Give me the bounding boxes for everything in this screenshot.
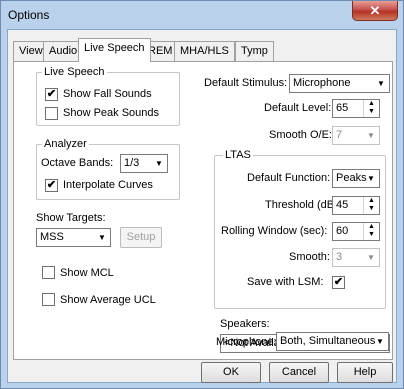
chevron-down-icon: ▼ — [376, 337, 384, 346]
chevron-down-icon: ▼ — [98, 233, 106, 242]
default-level-spinner[interactable]: 65 ▲ ▼ — [332, 99, 380, 118]
chevron-down-icon: ▼ — [377, 79, 385, 88]
analyzer-legend: Analyzer — [42, 138, 89, 150]
help-button-label: Help — [353, 366, 377, 378]
default-stimulus-value: Microphone — [293, 77, 351, 89]
show-average-ucl-checkbox[interactable] — [42, 293, 55, 306]
microphone-select[interactable]: Both, Simultaneous ▼ — [276, 332, 389, 351]
interpolate-curves-label: Interpolate Curves — [63, 179, 153, 191]
interpolate-curves-checkbox[interactable]: ✔ — [45, 179, 58, 192]
speakers-label: Speakers: — [220, 318, 270, 330]
live-speech-panel: Live Speech ✔ Show Fall Sounds Show Peak… — [13, 61, 393, 360]
show-targets-select[interactable]: MSS ▼ — [36, 228, 111, 247]
cancel-button[interactable]: Cancel — [269, 362, 329, 383]
save-with-lsm-checkbox[interactable]: ✔ — [332, 276, 345, 289]
setup-button-label: Setup — [126, 231, 156, 243]
tab-mha-hls[interactable]: MHA/HLS — [174, 41, 235, 61]
octave-bands-value: 1/3 — [124, 157, 140, 169]
options-dialog: Options ✕ View Audio Live Speech REM MHA… — [0, 0, 404, 389]
show-peak-sounds-checkbox[interactable] — [45, 107, 58, 120]
smooth-oe-select[interactable]: 7 ▼ — [332, 126, 380, 145]
dialog-client-area: View Audio Live Speech REM MHA/HLS Tymp … — [7, 29, 397, 383]
up-arrow-icon[interactable]: ▲ — [364, 100, 379, 108]
threshold-value: 45 — [336, 199, 349, 211]
default-function-select[interactable]: Peaks ▼ — [332, 169, 380, 188]
down-arrow-icon[interactable]: ▼ — [364, 205, 379, 213]
show-targets-value: MSS — [40, 231, 64, 243]
show-targets-label: Show Targets: — [36, 212, 106, 224]
smooth-oe-label: Smooth O/E: — [269, 129, 332, 141]
default-function-label: Default Function: — [247, 172, 331, 184]
default-function-value: Peaks — [336, 172, 367, 184]
chevron-down-icon: ▼ — [367, 253, 375, 262]
ok-button-label: OK — [223, 366, 239, 378]
octave-bands-select[interactable]: 1/3 ▼ — [120, 154, 168, 173]
threshold-spin-buttons[interactable]: ▲ ▼ — [363, 197, 379, 214]
chevron-down-icon: ▼ — [367, 131, 375, 140]
down-arrow-icon[interactable]: ▼ — [364, 108, 379, 116]
default-level-label: Default Level: — [264, 102, 332, 114]
close-button[interactable]: ✕ — [352, 1, 398, 21]
smooth-value: 3 — [336, 251, 343, 263]
ok-button[interactable]: OK — [201, 362, 261, 383]
octave-bands-label: Octave Bands: — [41, 157, 114, 169]
default-stimulus-label: Default Stimulus: — [204, 77, 288, 89]
ltas-legend: LTAS — [223, 149, 253, 161]
live-speech-group: Live Speech ✔ Show Fall Sounds Show Peak… — [36, 66, 180, 126]
tab-live-speech[interactable]: Live Speech — [78, 38, 151, 62]
smooth-select[interactable]: 3 ▼ — [332, 248, 380, 267]
help-button[interactable]: Help — [337, 362, 393, 383]
show-average-ucl-label: Show Average UCL — [60, 294, 156, 306]
rolling-window-value: 60 — [336, 225, 349, 237]
tab-label: View — [19, 45, 43, 57]
show-fall-sounds-checkbox[interactable]: ✔ — [45, 88, 58, 101]
threshold-spinner[interactable]: 45 ▲ ▼ — [332, 196, 380, 215]
analyzer-group: Analyzer Octave Bands: 1/3 ▼ ✔ Interpola… — [36, 138, 180, 200]
tab-label: REM — [148, 45, 173, 57]
default-stimulus-select[interactable]: Microphone ▼ — [289, 74, 390, 93]
tab-label: Audio — [49, 45, 78, 57]
check-icon: ✔ — [333, 276, 344, 288]
microphone-label: Microphone: — [216, 336, 277, 348]
rolling-window-spin-buttons[interactable]: ▲ ▼ — [363, 223, 379, 240]
rolling-window-label: Rolling Window (sec): — [221, 225, 328, 237]
up-arrow-icon[interactable]: ▲ — [364, 223, 379, 231]
ltas-group: LTAS Default Function: Peaks ▼ Threshold… — [214, 149, 386, 309]
title-bar[interactable]: Options ✕ — [1, 1, 403, 29]
default-level-value: 65 — [336, 102, 349, 114]
chevron-down-icon: ▼ — [155, 159, 163, 168]
show-fall-sounds-label: Show Fall Sounds — [63, 88, 152, 100]
tab-label: Live Speech — [84, 42, 145, 54]
cancel-button-label: Cancel — [281, 366, 317, 378]
threshold-label: Threshold (dB): — [265, 199, 341, 211]
setup-button[interactable]: Setup — [120, 227, 162, 248]
chevron-down-icon: ▼ — [367, 174, 375, 183]
live-speech-legend: Live Speech — [42, 66, 107, 78]
smooth-oe-value: 7 — [336, 129, 343, 141]
up-arrow-icon[interactable]: ▲ — [364, 197, 379, 205]
tab-label: Tymp — [241, 45, 268, 57]
show-peak-sounds-label: Show Peak Sounds — [63, 107, 160, 119]
microphone-value: Both, Simultaneous — [280, 335, 376, 347]
down-arrow-icon[interactable]: ▼ — [364, 231, 379, 239]
close-icon: ✕ — [369, 3, 381, 18]
tab-tymp[interactable]: Tymp — [235, 41, 274, 61]
check-icon: ✔ — [46, 179, 57, 191]
show-mcl-checkbox[interactable] — [42, 266, 55, 279]
save-with-lsm-label: Save with LSM: — [247, 276, 324, 288]
tab-label: MHA/HLS — [180, 45, 229, 57]
default-level-spin-buttons[interactable]: ▲ ▼ — [363, 100, 379, 117]
show-mcl-label: Show MCL — [60, 267, 114, 279]
smooth-label: Smooth: — [289, 251, 330, 263]
window-title: Options — [8, 8, 50, 22]
rolling-window-spinner[interactable]: 60 ▲ ▼ — [332, 222, 380, 241]
check-icon: ✔ — [46, 88, 57, 100]
